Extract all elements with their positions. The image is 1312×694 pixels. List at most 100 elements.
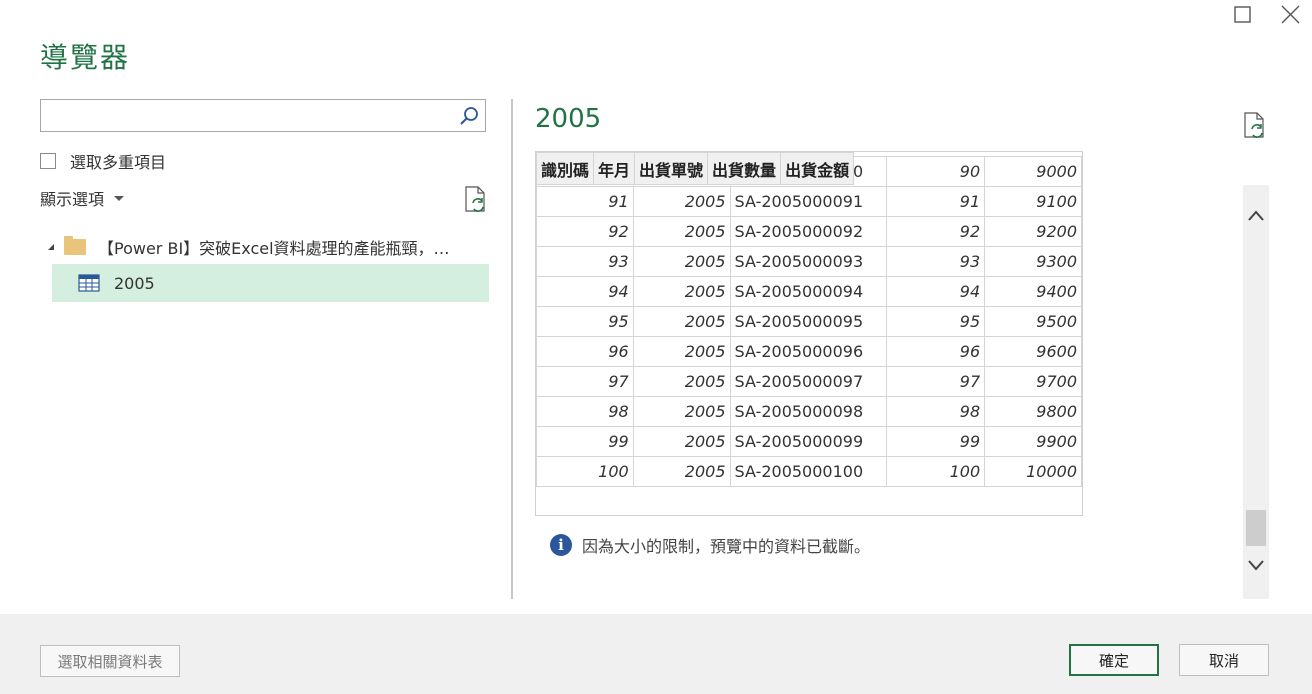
table-cell: 9200 [984, 216, 1082, 247]
table-cell: SA-2005000097 [729, 366, 888, 397]
table-cell: 95 [886, 306, 986, 337]
table-row: 94 2005 SA-2005000094 94 9400 [536, 276, 1082, 307]
info-icon: i [550, 534, 572, 556]
search-icon[interactable] [459, 106, 479, 126]
select-related-tables-button[interactable]: 選取相關資料表 [40, 645, 180, 677]
table-cell: SA-2005000096 [729, 336, 888, 367]
table-cell: 91 [886, 186, 986, 217]
display-options-label: 顯示選項 [40, 190, 105, 209]
column-header[interactable]: 出貨數量 [707, 152, 782, 185]
preview-refresh-icon[interactable] [1243, 112, 1267, 138]
preview-table: 902005SA-2005000090909000912005SA-200500… [535, 151, 1083, 516]
table-cell: 2005 [632, 276, 731, 307]
truncation-note-text: 因為大小的限制，預覽中的資料已截斷。 [582, 537, 871, 556]
table-cell: 100 [886, 456, 986, 487]
preview-title: 2005 [535, 104, 602, 134]
table-cell: 9800 [984, 396, 1082, 427]
expand-triangle-icon[interactable] [48, 244, 54, 250]
table-cell: 2005 [632, 186, 731, 217]
table-cell: SA-2005000099 [729, 426, 888, 457]
table-cell: 95 [536, 306, 634, 337]
tree-item-2005[interactable]: 2005 [52, 264, 489, 302]
table-cell: 94 [886, 276, 986, 307]
display-options-button[interactable]: 顯示選項 [40, 186, 125, 210]
table-row: 91 2005 SA-2005000091 91 9100 [536, 186, 1082, 217]
table-cell: 2005 [632, 426, 731, 457]
table-row: 100 2005 SA-2005000100 100 10000 [536, 456, 1082, 487]
table-cell: 99 [536, 426, 634, 457]
multi-select-label: 選取多重項目 [70, 153, 167, 172]
table-cell: 100 [536, 456, 634, 487]
table-row: 98 2005 SA-2005000098 98 9800 [536, 396, 1082, 427]
chevron-up-icon[interactable] [1247, 207, 1265, 221]
table-cell: 93 [536, 246, 634, 277]
vertical-scrollbar[interactable] [1243, 185, 1269, 599]
table-cell: 9700 [984, 366, 1082, 397]
table-cell: 2005 [632, 306, 731, 337]
table-row: 97 2005 SA-2005000097 97 9700 [536, 366, 1082, 397]
dialog-title: 導覽器 [40, 41, 131, 74]
table-cell: 9400 [984, 276, 1082, 307]
table-cell: 96 [536, 336, 634, 367]
table-cell: SA-2005000098 [729, 396, 888, 427]
table-header: 識別碼 年月 出貨單號 出貨數量 出貨金額 [536, 152, 855, 185]
data-table: 902005SA-2005000090909000912005SA-200500… [536, 156, 1082, 487]
ok-button[interactable]: 確定 [1069, 644, 1159, 676]
table-cell: 94 [536, 276, 634, 307]
table-cell: 2005 [632, 246, 731, 277]
table-cell: 93 [886, 246, 986, 277]
table-cell: SA-2005000093 [729, 246, 888, 277]
table-cell: 9000 [984, 156, 1082, 187]
column-header[interactable]: 出貨單號 [634, 152, 709, 185]
tree-item-label: 2005 [114, 273, 155, 293]
maximize-icon[interactable] [1230, 2, 1256, 28]
tree-folder-node[interactable]: 【Power BI】突破Excel資料處理的產能瓶頸，… [48, 234, 488, 260]
table-cell: SA-2005000095 [729, 306, 888, 337]
table-cell: 2005 [632, 396, 731, 427]
table-cell: 9300 [984, 246, 1082, 277]
table-cell: 96 [886, 336, 986, 367]
table-cell: 92 [536, 216, 634, 247]
table-row: 93 2005 SA-2005000093 93 9300 [536, 246, 1082, 277]
multi-select-checkbox[interactable] [40, 153, 56, 169]
table-cell: 2005 [632, 336, 731, 367]
chevron-down-icon[interactable] [1247, 557, 1265, 571]
table-cell: SA-2005000094 [729, 276, 888, 307]
refresh-icon[interactable] [464, 186, 488, 212]
table-row: 92 2005 SA-2005000092 92 9200 [536, 216, 1082, 247]
table-cell: 9900 [984, 426, 1082, 457]
scrollbar-thumb[interactable] [1246, 510, 1266, 546]
column-header[interactable]: 年月 [593, 152, 636, 185]
table-cell: 9600 [984, 336, 1082, 367]
table-cell: 2005 [632, 366, 731, 397]
table-cell: SA-2005000100 [729, 456, 888, 487]
truncation-note: i 因為大小的限制，預覽中的資料已截斷。 [550, 533, 870, 557]
table-cell: 9100 [984, 186, 1082, 217]
table-cell: 2005 [632, 216, 731, 247]
table-cell: 99 [886, 426, 986, 457]
table-cell: 9500 [984, 306, 1082, 337]
table-cell: 91 [536, 186, 634, 217]
search-box[interactable] [40, 99, 486, 132]
table-cell: 98 [886, 396, 986, 427]
folder-icon [64, 236, 86, 255]
close-icon[interactable] [1278, 2, 1304, 28]
column-header[interactable]: 出貨金額 [780, 152, 855, 185]
multi-select-option[interactable]: 選取多重項目 [40, 149, 166, 173]
cancel-button[interactable]: 取消 [1179, 644, 1269, 676]
table-cell: SA-2005000092 [729, 216, 888, 247]
table-cell: 97 [886, 366, 986, 397]
tree-folder-label: 【Power BI】突破Excel資料處理的產能瓶頸，… [98, 239, 450, 258]
table-cell: 92 [886, 216, 986, 247]
table-cell: SA-2005000091 [729, 186, 888, 217]
table-row: 96 2005 SA-2005000096 96 9600 [536, 336, 1082, 367]
table-cell: 97 [536, 366, 634, 397]
pane-divider[interactable] [511, 99, 513, 599]
table-row: 99 2005 SA-2005000099 99 9900 [536, 426, 1082, 457]
table-cell: 90 [886, 156, 986, 187]
table-icon [78, 274, 100, 292]
search-input[interactable] [45, 101, 449, 132]
table-row: 95 2005 SA-2005000095 95 9500 [536, 306, 1082, 337]
column-header[interactable]: 識別碼 [536, 152, 595, 185]
chevron-down-icon [114, 195, 125, 201]
